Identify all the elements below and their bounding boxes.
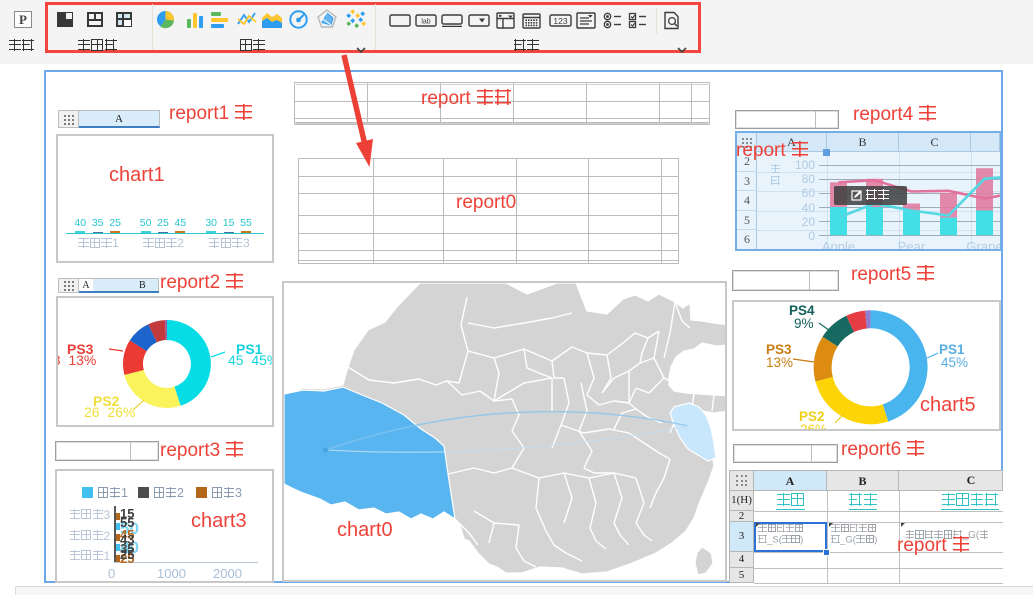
svg-text:123: 123 [553,16,567,26]
svg-text:lab: lab [421,19,430,26]
